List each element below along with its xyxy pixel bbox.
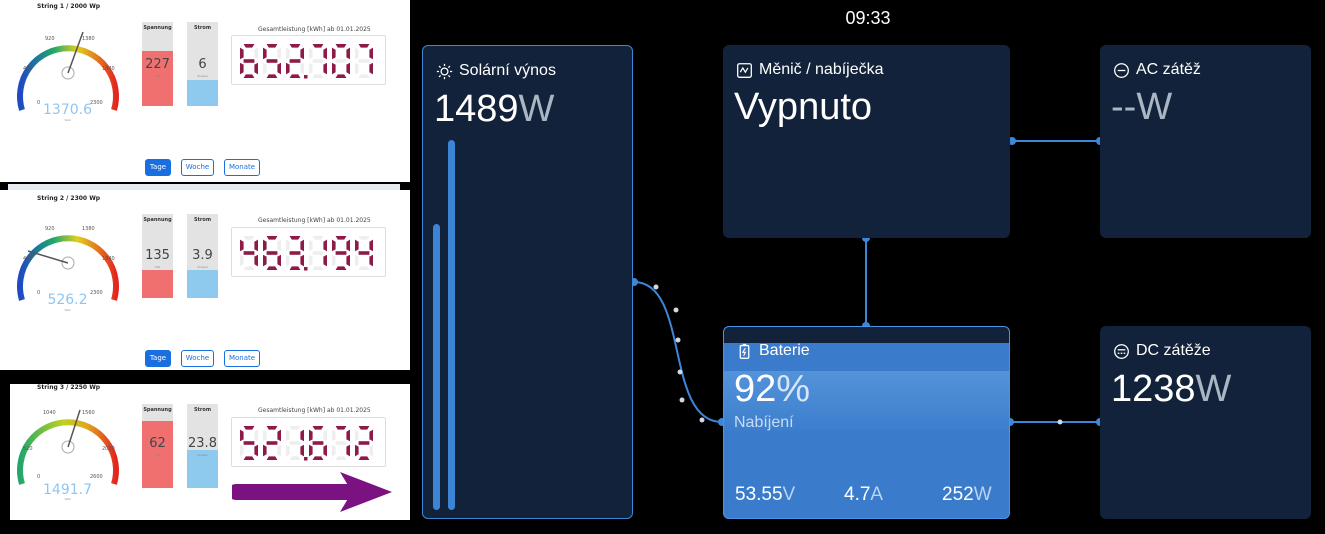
ac-load-label: AC zátěž (1136, 61, 1201, 78)
inverter-state: Vypnuto (734, 86, 873, 128)
inverter-icon (737, 62, 752, 78)
ac-load-tile[interactable]: AC zátěž --W (1100, 45, 1311, 238)
inverter-label: Měnič / nabíječka (759, 61, 884, 78)
ac-load-title: AC zátěž (1113, 61, 1201, 79)
ac-icon (1114, 62, 1129, 78)
solar-level-bar (433, 224, 440, 510)
dc-load-unit: W (1195, 368, 1232, 410)
ac-load-power: --W (1111, 88, 1172, 126)
inverter-tile[interactable]: Měnič / nabíječka Vypnuto (723, 45, 1010, 238)
inverter-title: Měnič / nabíječka (736, 61, 884, 79)
solar-yield-tile[interactable]: Solární výnos 1489W (422, 45, 633, 519)
dc-load-tile[interactable]: DC zátěže 1238W (1100, 326, 1311, 519)
battery-tile[interactable]: Baterie 92% Nabíjení 53.55V 4.7A 252W (723, 326, 1010, 519)
solar-yield-title: Solární výnos (436, 62, 556, 80)
solar-power: 1489W (434, 90, 554, 128)
dc-load-power: 1238W (1111, 370, 1231, 408)
battery-border (723, 326, 1010, 519)
sun-icon (436, 63, 453, 79)
solar-power-value: 1489 (434, 88, 519, 130)
dc-icon (1114, 343, 1129, 359)
dc-load-title: DC zátěže (1113, 342, 1211, 360)
solar-power-unit: W (518, 88, 555, 130)
solar-yield-label: Solární výnos (459, 62, 556, 79)
ac-load-value: -- (1111, 86, 1137, 128)
ac-load-unit: W (1136, 86, 1173, 128)
solar-level-bar (448, 140, 455, 510)
screen: String 1 / 2000 Wp 920 1380 460 1840 0 2… (0, 0, 1325, 534)
dc-load-value: 1238 (1111, 368, 1196, 410)
dc-load-label: DC zátěže (1136, 342, 1211, 359)
